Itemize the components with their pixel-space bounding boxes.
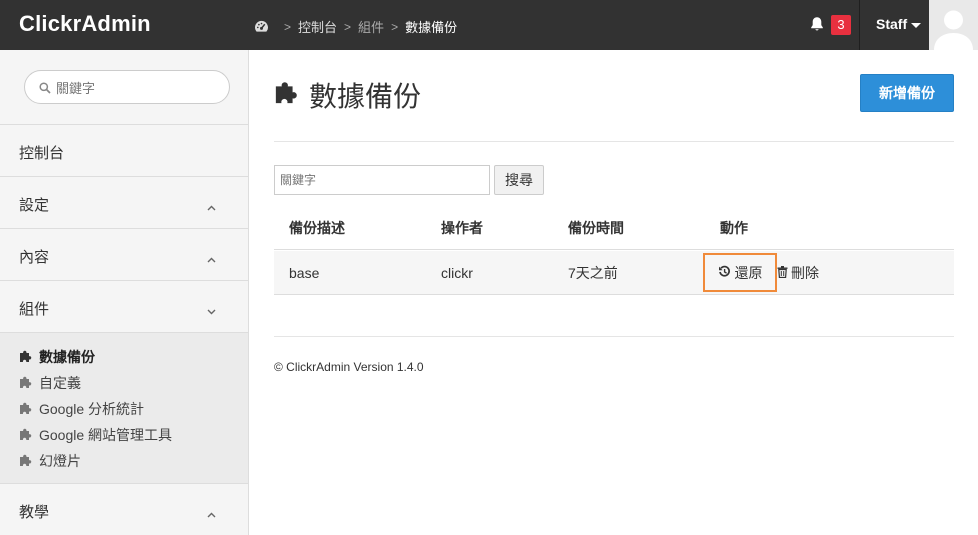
- chevron-up-icon: [207, 250, 216, 267]
- puzzle-icon: [19, 453, 33, 470]
- puzzle-icon: [19, 427, 33, 444]
- chevron-up-icon: [207, 198, 216, 215]
- column-header-description[interactable]: 備份描述: [289, 207, 345, 249]
- chevron-right-icon: >: [344, 19, 352, 34]
- submenu-item-google-webmaster[interactable]: Google 網站管理工具: [19, 425, 172, 445]
- user-menu[interactable]: Staff: [876, 16, 922, 32]
- search-icon: [39, 81, 51, 97]
- cell-time: 7天之前: [568, 264, 618, 281]
- brand-logo[interactable]: ClickrAdmin: [19, 11, 151, 37]
- restore-label: 還原: [734, 264, 763, 281]
- chevron-right-icon: >: [284, 19, 292, 34]
- delete-label: 刪除: [791, 264, 819, 281]
- sidebar-item-dashboard[interactable]: 控制台: [0, 125, 248, 177]
- table-row: base clickr 7天之前: [274, 251, 954, 295]
- page-title: 數據備份: [274, 75, 421, 115]
- sidebar-item-label: 控制台: [19, 145, 65, 162]
- chevron-right-icon: >: [391, 19, 399, 34]
- submenu-item-slideshow[interactable]: 幻燈片: [19, 451, 81, 471]
- submenu-item-custom[interactable]: 自定義: [19, 373, 81, 393]
- sidebar-item-widgets[interactable]: 組件: [0, 281, 248, 333]
- sidebar-item-label: 組件: [19, 301, 50, 318]
- user-menu-label: Staff: [876, 16, 908, 32]
- caret-down-icon: [911, 22, 922, 28]
- trash-icon: [777, 265, 788, 281]
- sidebar-item-label: 內容: [19, 249, 50, 266]
- widgets-submenu: 數據備份 自定義 Google 分析統計 Google 網站管理工具 幻燈片: [0, 333, 248, 484]
- top-navbar: ClickrAdmin > 控制台 > 組件 > 數據備份 3 Staff: [0, 0, 978, 50]
- breadcrumb-dashboard[interactable]: 控制台: [298, 17, 337, 36]
- footer-version: © ClickrAdmin Version 1.4.0: [274, 360, 424, 374]
- avatar[interactable]: [929, 0, 978, 50]
- sidebar-search-box[interactable]: [24, 70, 230, 104]
- keyword-search-input[interactable]: [274, 165, 490, 195]
- breadcrumb: > 控制台 > 組件 > 數據備份: [254, 17, 457, 36]
- column-header-operator[interactable]: 操作者: [441, 207, 483, 249]
- sidebar-search-input[interactable]: [56, 78, 216, 98]
- divider: [274, 141, 954, 142]
- sidebar-item-label: 教學: [19, 504, 50, 521]
- chevron-up-icon: [207, 505, 216, 522]
- cell-description: base: [289, 264, 320, 281]
- delete-button[interactable]: 刪除: [777, 253, 819, 292]
- add-backup-button[interactable]: 新增備份: [860, 74, 954, 112]
- puzzle-icon: [19, 349, 33, 366]
- sidebar: 控制台 設定 內容 組件 數據備份 自定義 Google 分析統計 Google…: [0, 50, 249, 535]
- submenu-item-label: 幻燈片: [39, 453, 81, 469]
- submenu-item-google-analytics[interactable]: Google 分析統計: [19, 399, 144, 419]
- page-title-text: 數據備份: [309, 81, 422, 112]
- column-header-actions: 動作: [720, 220, 748, 236]
- sidebar-search: [0, 50, 248, 125]
- breadcrumb-current: 數據備份: [405, 20, 458, 35]
- submenu-item-label: 自定義: [39, 375, 81, 391]
- table-header: 備份描述 操作者 備份時間 動作: [274, 207, 954, 250]
- submenu-item-backup[interactable]: 數據備份: [19, 347, 95, 367]
- history-icon: [718, 265, 731, 281]
- breadcrumb-widgets[interactable]: 組件: [358, 17, 384, 36]
- sidebar-item-content[interactable]: 內容: [0, 229, 248, 281]
- puzzle-icon: [274, 79, 300, 112]
- cell-operator: clickr: [441, 264, 473, 281]
- puzzle-icon: [19, 401, 33, 418]
- bell-icon[interactable]: [810, 16, 824, 35]
- submenu-item-label: Google 網站管理工具: [39, 427, 173, 443]
- column-header-time[interactable]: 備份時間: [568, 207, 624, 249]
- divider: [274, 336, 954, 337]
- notification-badge[interactable]: 3: [831, 15, 851, 35]
- sidebar-item-settings[interactable]: 設定: [0, 177, 248, 229]
- sidebar-item-label: 設定: [19, 197, 50, 214]
- puzzle-icon: [19, 375, 33, 392]
- submenu-item-label: 數據備份: [39, 349, 95, 365]
- chevron-down-icon: [207, 302, 216, 319]
- restore-button[interactable]: 還原: [703, 253, 777, 292]
- navbar-divider: [859, 0, 860, 50]
- sidebar-item-tutorial[interactable]: 教學: [0, 484, 248, 535]
- search-button[interactable]: 搜尋: [494, 165, 544, 195]
- dashboard-icon[interactable]: [254, 20, 269, 33]
- submenu-item-label: Google 分析統計: [39, 401, 145, 417]
